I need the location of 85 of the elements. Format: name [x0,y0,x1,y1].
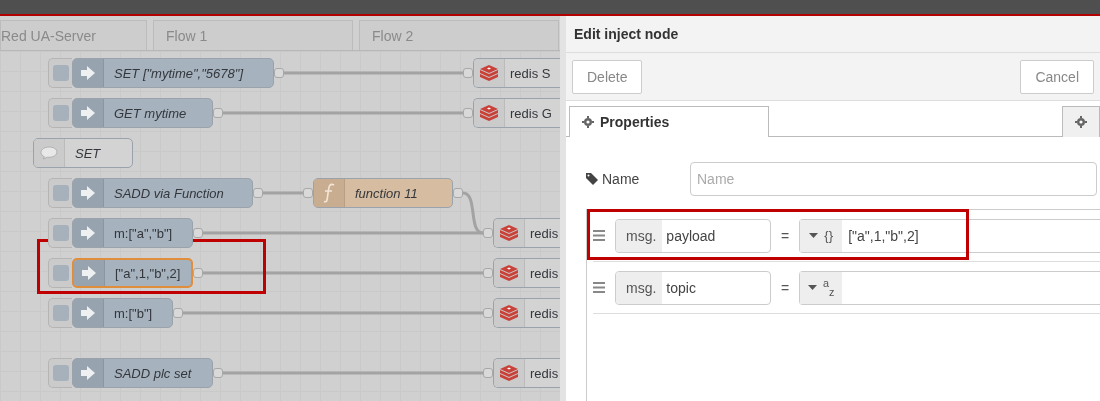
name-input[interactable]: Name [690,162,1097,196]
property-field[interactable]: msg. topic [615,270,771,305]
redis-node[interactable]: redis [493,358,560,388]
inject-node[interactable]: SADD via Function [72,178,253,208]
output-port[interactable] [193,228,203,238]
properties-tab[interactable]: Properties [569,106,769,137]
redis-node[interactable]: redis [493,218,560,248]
inject-node[interactable]: m:["a","b"] [72,218,193,248]
arrow-icon [82,265,96,281]
arrow-icon [81,65,95,81]
inject-button[interactable] [48,178,72,208]
caret-icon [809,233,819,238]
output-port[interactable] [193,268,203,278]
inject-node[interactable]: GET mytime [72,98,213,128]
property-name: topic [665,279,696,296]
arrow-icon [81,185,95,201]
node-label: m:["a","b"] [114,225,173,241]
property-name: payload [665,227,716,244]
inject-button[interactable] [48,58,72,88]
inject-button[interactable] [48,98,72,128]
type-icon: {} [824,229,834,242]
equals-sign: = [781,227,790,244]
function-node[interactable]: function 11 [313,178,453,208]
drag-handle-icon[interactable] [593,282,605,293]
property-field[interactable]: msg. payload [615,218,771,253]
tag-icon [586,173,598,185]
output-port[interactable] [253,188,263,198]
arrow-icon [81,305,95,321]
inject-node[interactable]: SET ["mytime","5678"] [72,58,274,88]
tray-title: Edit inject node [574,26,679,42]
node-label: SET [75,145,101,161]
output-port[interactable] [453,188,463,198]
node-label: redis [530,265,559,281]
settings-tab[interactable] [1062,106,1100,137]
speech-bubble-icon [40,146,58,160]
node-label: redis [530,225,559,241]
delete-button[interactable]: Delete [572,59,643,94]
arrow-icon [81,225,95,241]
node-label: SADD plc set [114,365,192,381]
value-text: ["a",1,"b",2] [847,227,919,244]
value-field[interactable]: {} ["a",1,"b",2] [799,218,1100,253]
redis-node[interactable]: redis [493,258,560,288]
arrow-icon [81,105,95,121]
arrow-icon [81,365,95,381]
function-icon [323,183,335,203]
node-label: redis [530,305,559,321]
drag-handle-icon[interactable] [593,230,605,241]
name-label: Name [602,171,640,187]
inject-node[interactable]: SADD plc set [72,358,213,388]
redis-node[interactable]: redis G [473,98,560,128]
node-label: SADD via Function [114,185,224,201]
node-label: m:["b"] [114,305,153,321]
inject-node[interactable]: m:["b"] [72,298,173,328]
node-label: redis [530,365,559,381]
inject-button[interactable] [48,218,72,248]
stacked-cubes-icon [479,105,499,121]
inject-button[interactable] [48,298,72,328]
node-label: SET ["mytime","5678"] [114,65,243,81]
caret-icon [807,285,817,290]
type-select[interactable]: {} [800,219,843,252]
cancel-button[interactable]: Cancel [1020,59,1094,94]
output-port[interactable] [173,308,183,318]
node-label: redis S [510,65,551,81]
stacked-cubes-icon [499,305,519,321]
redis-node[interactable]: redis S [473,58,560,88]
node-label: redis G [510,105,552,121]
stacked-cubes-icon [479,65,499,81]
inject-button[interactable] [48,258,72,288]
stacked-cubes-icon [499,225,519,241]
msg-prefix: msg. [616,219,663,252]
stacked-cubes-icon [499,265,519,281]
inject-button[interactable] [48,358,72,388]
output-port[interactable] [274,68,284,78]
comment-node[interactable]: SET [33,138,133,168]
node-label: function 11 [355,185,418,201]
stacked-cubes-icon [499,365,519,381]
node-label: GET mytime [114,105,187,121]
equals-sign: = [781,279,790,296]
node-label: ["a",1,"b",2] [115,265,181,281]
wire [263,191,303,195]
output-port[interactable] [213,108,223,118]
redis-node[interactable]: redis [493,298,560,328]
output-port[interactable] [213,368,223,378]
inject-node[interactable]: ["a",1,"b",2] [72,258,193,288]
msg-prefix: msg. [616,271,663,304]
